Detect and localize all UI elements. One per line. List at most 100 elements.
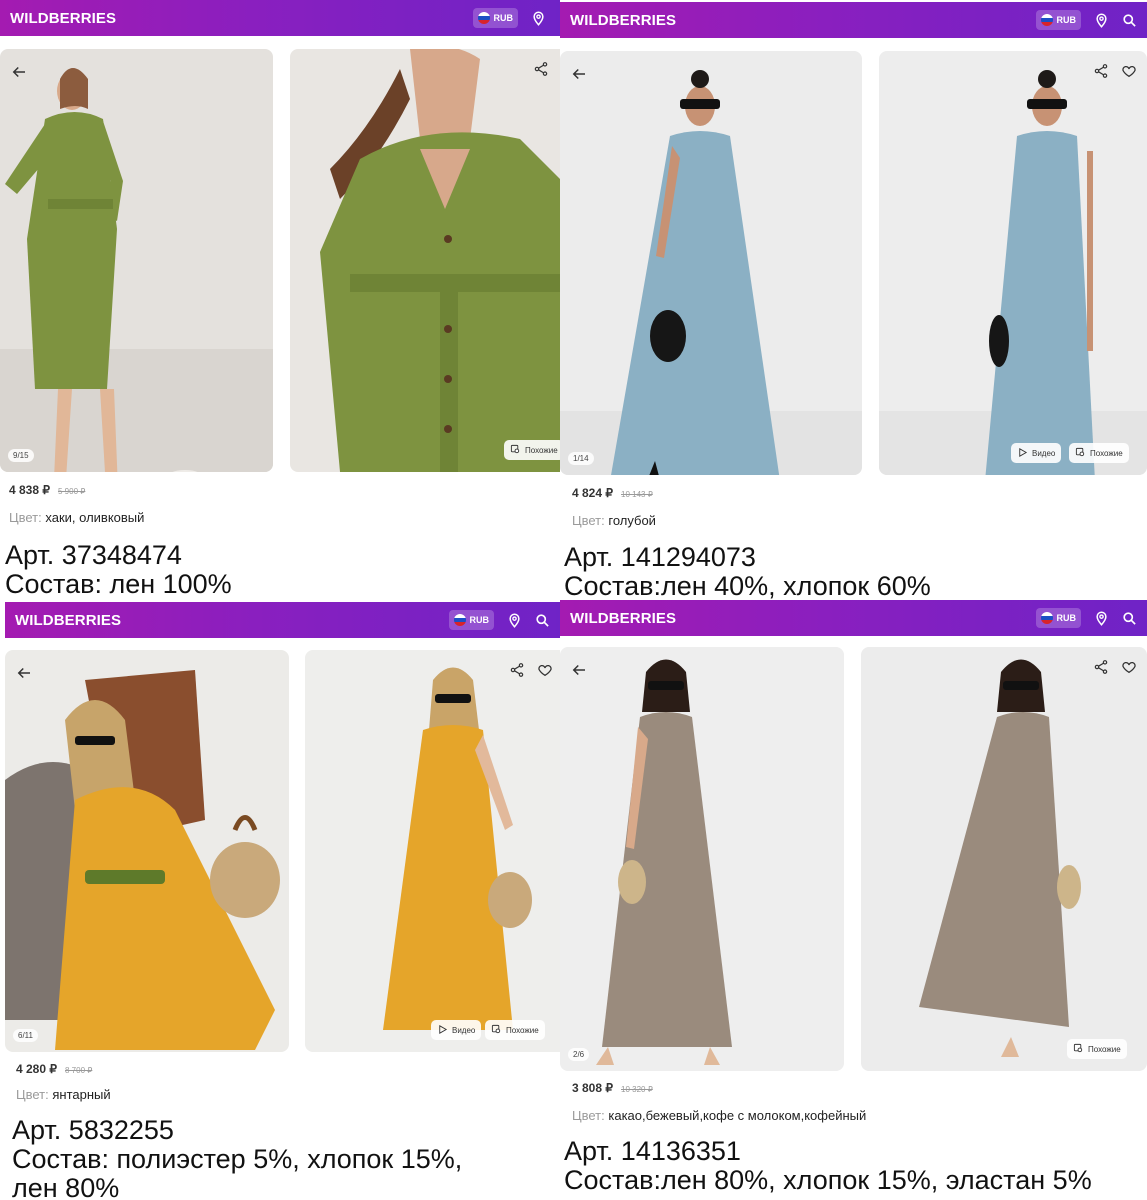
russia-flag-icon [453,614,466,626]
play-icon [1017,447,1028,460]
brand-logo[interactable]: WILDBERRIES [570,610,676,627]
price-block: 4 824 ₽ 10 143 ₽ [572,486,653,500]
product-photo-main[interactable]: 1/14 [560,51,862,475]
composition-text-continued: лен 80% [12,1173,120,1200]
article-number: Арт. 14136351 [564,1136,741,1166]
photo-counter: 2/6 [568,1048,590,1061]
blue-dress-model-image [560,51,862,475]
composition-text: Состав: лен 100% [5,569,232,599]
old-price: 5 900 ₽ [58,487,86,496]
video-button[interactable]: Видео [431,1020,482,1040]
composition-text: Состав: полиэстер 5%, хлопок 15%, [12,1144,463,1174]
color-value: хаки, оливковый [45,510,145,525]
search-icon[interactable] [1121,12,1137,28]
similar-button[interactable]: Похожие [1067,1039,1127,1059]
location-pin-icon[interactable] [1093,610,1109,626]
similar-label: Похожие [506,1025,539,1035]
color-line: Цвет: какао,бежевый,кофе с молоком,кофей… [572,1108,866,1123]
color-line: Цвет: янтарный [16,1087,111,1102]
product-photo-secondary[interactable]: Похожие [290,49,560,472]
color-label: Цвет: [16,1087,49,1102]
composition-text: Состав:лен 80%, хлопок 15%, эластан 5% [564,1165,1092,1195]
listing-panel-amber: WILDBERRIES RUB 6/11 Видео Похожие 4 280… [0,600,560,1200]
similar-icon [510,444,521,457]
brand-logo[interactable]: WILDBERRIES [570,12,676,29]
similar-label: Похожие [1088,1044,1121,1054]
product-photo-secondary[interactable]: Видео Похожие [305,650,560,1052]
old-price: 8 700 ₽ [65,1066,93,1075]
old-price: 10 320 ₽ [621,1085,653,1094]
back-arrow-icon[interactable] [570,65,588,83]
similar-button[interactable]: Похожие [485,1020,545,1040]
similar-icon [1075,447,1086,460]
cocoa-dress-model-image [560,647,844,1071]
brand-logo[interactable]: WILDBERRIES [10,10,116,27]
header-bar: WILDBERRIES RUB [5,602,560,638]
article-caption: Арт. 141294073 Состав:лен 40%, хлопок 60… [564,542,931,601]
search-icon[interactable] [534,612,550,628]
russia-flag-icon [1040,612,1053,624]
back-arrow-icon[interactable] [10,63,28,81]
currency-label: RUB [1056,15,1077,25]
location-pin-icon[interactable] [1093,12,1109,28]
color-line: Цвет: хаки, оливковый [9,510,144,525]
olive-dress-closeup-image [290,49,560,472]
back-arrow-icon[interactable] [15,664,33,682]
similar-label: Похожие [1090,448,1123,458]
similar-button[interactable]: Похожие [1069,443,1129,463]
brand-logo[interactable]: WILDBERRIES [15,612,121,629]
olive-dress-model-image [0,49,273,472]
similar-button[interactable]: Похожие [504,440,560,460]
share-icon[interactable] [533,61,549,77]
color-label: Цвет: [9,510,42,525]
back-arrow-icon[interactable] [570,661,588,679]
article-caption: Арт. 37348474 Состав: лен 100% [5,541,232,599]
header-bar: WILDBERRIES RUB [560,600,1147,636]
heart-icon[interactable] [1121,659,1137,675]
product-photo-secondary[interactable]: Видео Похожие [879,51,1147,475]
article-caption: Арт. 5832255 Состав: полиэстер 5%, хлопо… [12,1116,462,1200]
russia-flag-icon [1040,14,1053,26]
product-photo-main[interactable]: 9/15 [0,49,273,472]
color-value: янтарный [52,1087,111,1102]
price-block: 4 838 ₽ 5 900 ₽ [9,483,85,497]
location-pin-icon[interactable] [530,10,546,26]
heart-icon[interactable] [537,662,553,678]
header-bar: WILDBERRIES RUB [0,0,560,36]
article-number: Арт. 5832255 [12,1115,174,1145]
price-block: 3 808 ₽ 10 320 ₽ [572,1081,653,1095]
composition-text: Состав:лен 40%, хлопок 60% [564,571,931,601]
currency-switch[interactable]: RUB [1035,608,1081,628]
article-number: Арт. 37348474 [5,540,182,570]
listing-panel-olive: WILDBERRIES RUB 9/15 Похожие 4 838 ₽ 5 9… [0,0,560,600]
article-caption: Арт. 14136351 Состав:лен 80%, хлопок 15%… [564,1137,1092,1195]
listing-panel-blue: WILDBERRIES RUB 1/14 Видео Похожие 4 824… [560,0,1147,600]
share-icon[interactable] [1093,63,1109,79]
old-price: 10 143 ₽ [621,490,653,499]
russia-flag-icon [477,12,490,24]
currency-label: RUB [493,13,514,23]
search-icon[interactable] [1121,610,1137,626]
current-price: 4 280 ₽ [16,1062,57,1076]
cocoa-dress-side-image [861,647,1147,1071]
product-photo-main[interactable]: 6/11 [5,650,289,1052]
currency-switch[interactable]: RUB [472,8,518,28]
listing-panel-cocoa: WILDBERRIES RUB 2/6 Похожие 3 808 ₽ 10 3… [560,600,1147,1200]
share-icon[interactable] [509,662,525,678]
color-value: какао,бежевый,кофе с молоком,кофейный [608,1108,867,1123]
currency-label: RUB [469,615,490,625]
currency-switch[interactable]: RUB [448,610,494,630]
photo-counter: 9/15 [8,449,34,462]
currency-label: RUB [1056,613,1077,623]
share-icon[interactable] [1093,659,1109,675]
amber-dress-standing-image [305,650,560,1052]
article-number: Арт. 141294073 [564,542,756,572]
color-value: голубой [608,513,656,528]
heart-icon[interactable] [1121,63,1137,79]
video-button[interactable]: Видео [1011,443,1062,463]
currency-switch[interactable]: RUB [1035,10,1081,30]
product-photo-secondary[interactable]: Похожие [861,647,1147,1071]
location-pin-icon[interactable] [506,612,522,628]
amber-dress-chair-image [5,650,289,1052]
product-photo-main[interactable]: 2/6 [560,647,844,1071]
